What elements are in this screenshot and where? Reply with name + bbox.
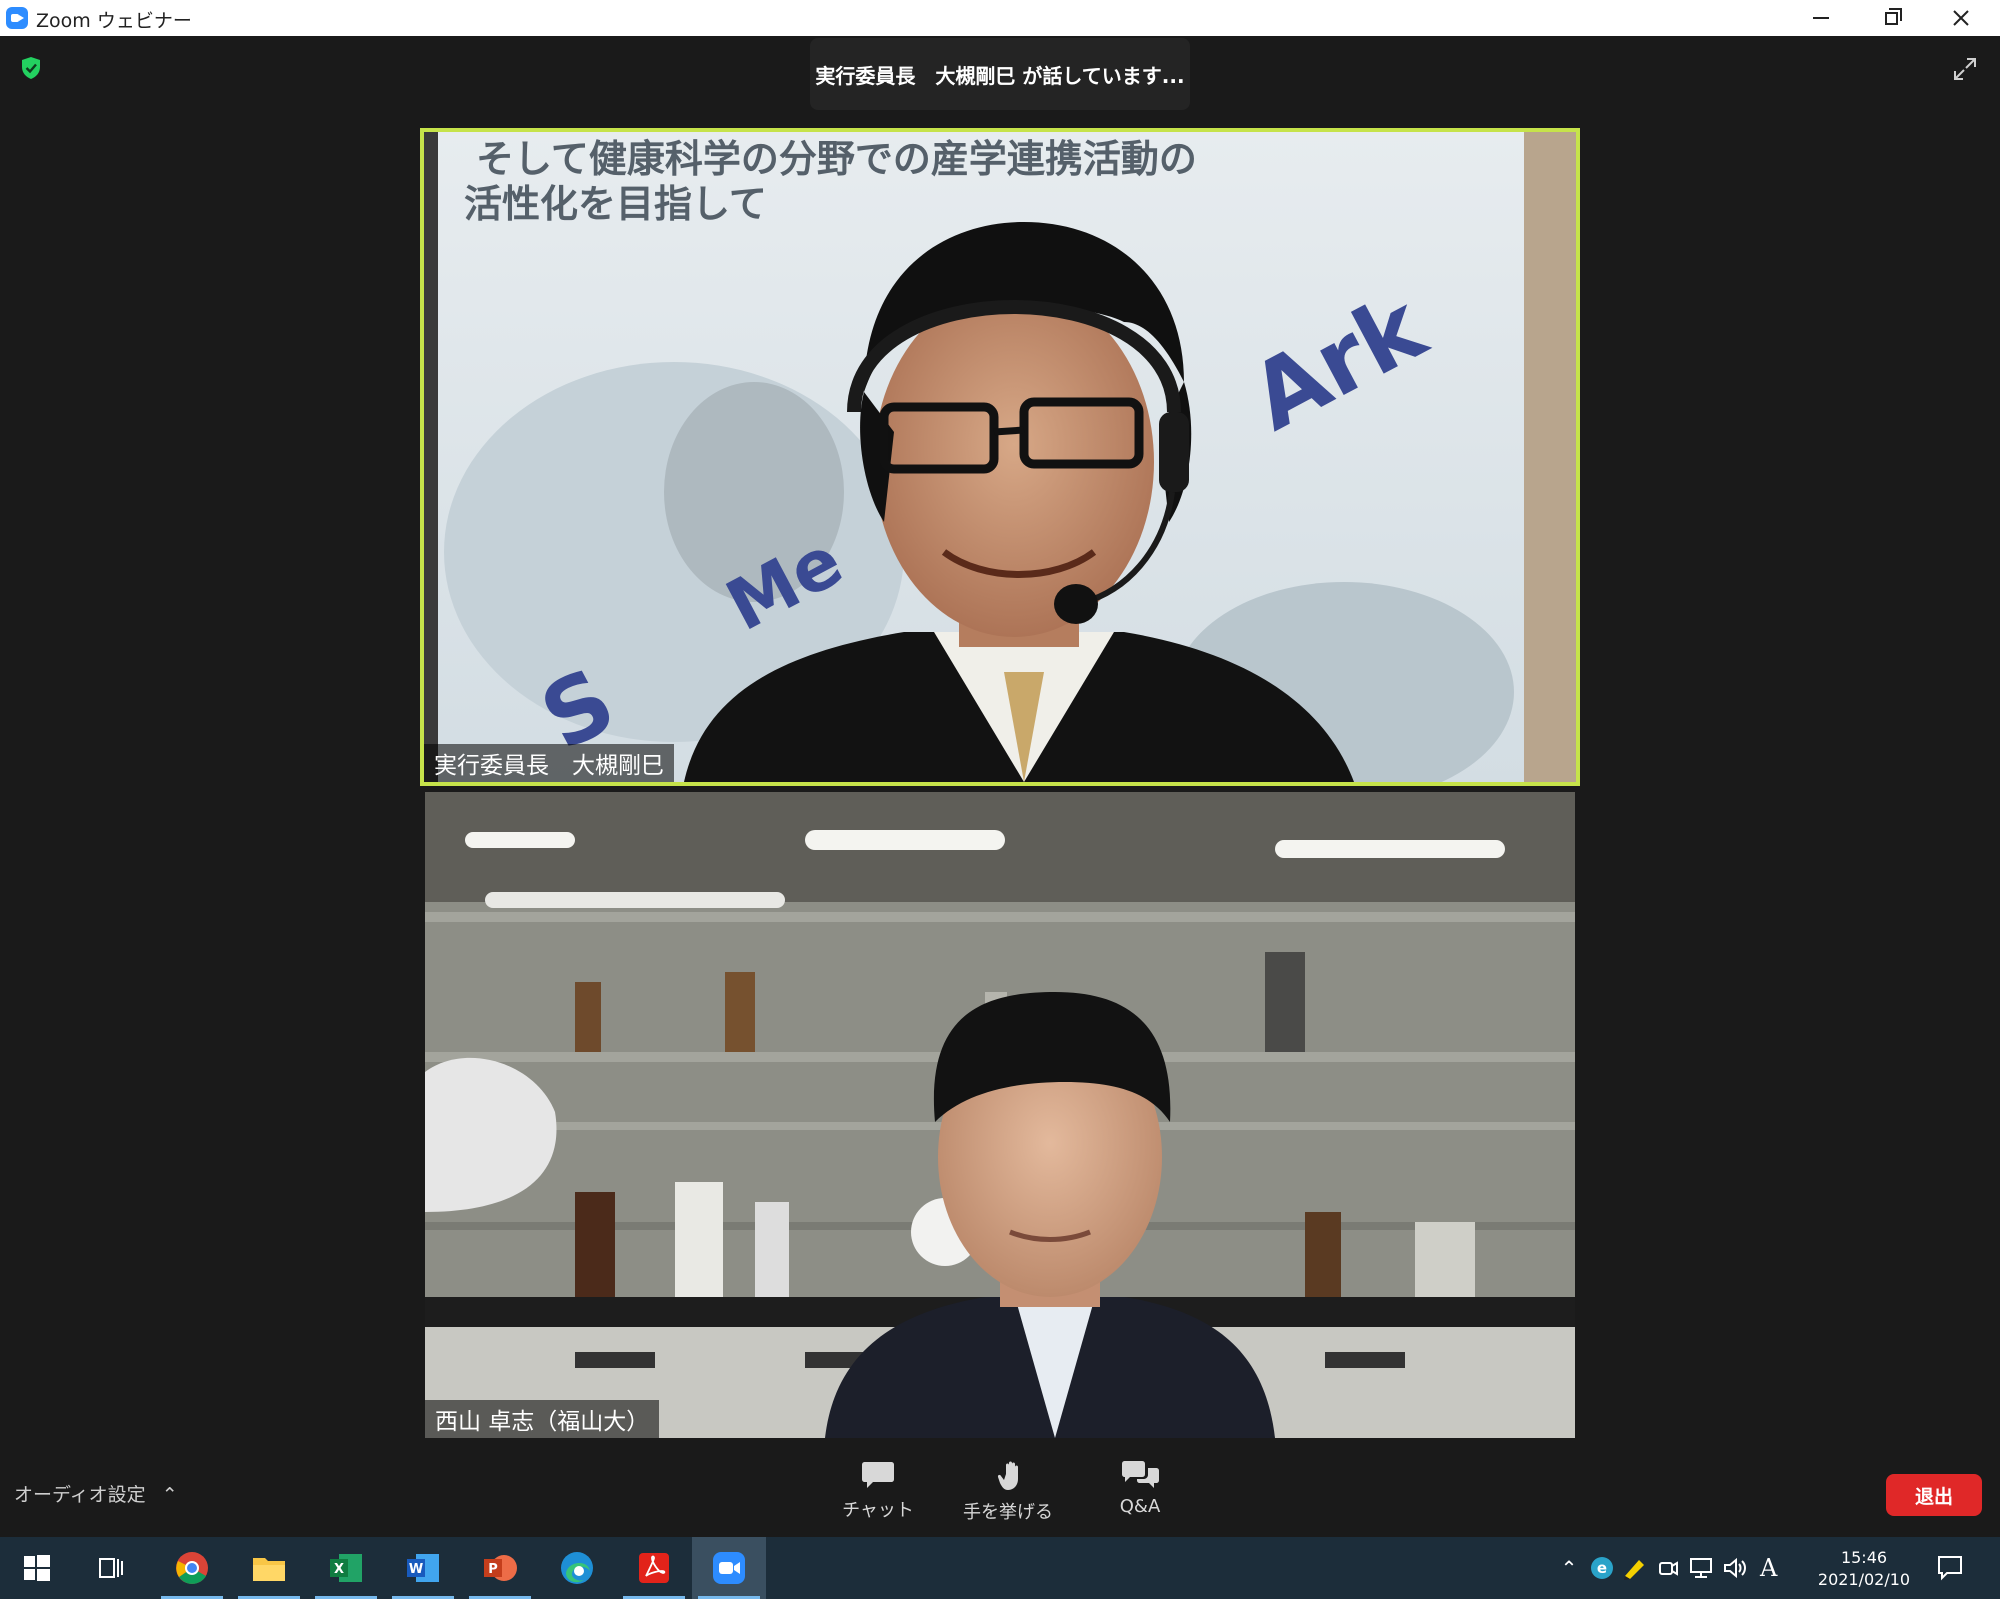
chevron-up-icon: ⌃: [161, 1484, 178, 1506]
restore-button[interactable]: [1856, 0, 1926, 36]
start-icon: [24, 1555, 50, 1581]
video-tile-active-speaker[interactable]: そして健康科学の分野での産学連携活動の 活性化を目指して Ark S Me 実行…: [420, 128, 1580, 786]
video-tile-participant[interactable]: 西山 卓志（福山大）: [425, 792, 1575, 1438]
participant-video-feed: [425, 792, 1575, 1438]
raise-hand-icon: [997, 1461, 1018, 1490]
task-view-icon: [99, 1558, 123, 1578]
active-speaker-banner: 実行委員長 大槻剛巳 が話しています...: [810, 38, 1190, 110]
start-button[interactable]: [0, 1537, 74, 1599]
file-explorer-icon: [253, 1558, 285, 1581]
powerpoint-taskbar-button[interactable]: P: [463, 1537, 537, 1599]
fullscreen-icon[interactable]: [1952, 56, 1978, 82]
audio-settings-label: オーディオ設定: [14, 1484, 146, 1506]
svg-text:X: X: [334, 1562, 344, 1577]
excel-taskbar-button[interactable]: X: [309, 1537, 383, 1599]
chrome-taskbar-button[interactable]: [155, 1537, 229, 1599]
zoom-taskbar-button[interactable]: [692, 1537, 766, 1599]
leave-button[interactable]: 退出: [1886, 1474, 1982, 1516]
taskbar-clock[interactable]: 15:46 2021/02/10: [1808, 1547, 1920, 1591]
system-tray: ⌃ e A: [1554, 1537, 1778, 1599]
slide-text-line2: 活性化を目指して: [464, 182, 767, 226]
window-title: Zoom ウェビナー: [36, 10, 192, 32]
participant-name-tag: 実行委員長 大槻剛巳: [424, 744, 674, 782]
word-taskbar-button[interactable]: W: [386, 1537, 460, 1599]
qa-button[interactable]: Q&A: [1080, 1460, 1200, 1517]
zoom-logo-icon: [6, 7, 28, 29]
file-explorer-taskbar-button[interactable]: [232, 1537, 306, 1599]
task-view-button[interactable]: [74, 1537, 148, 1599]
encryption-shield-icon[interactable]: [20, 56, 42, 80]
chat-button[interactable]: チャット: [818, 1460, 938, 1522]
svg-text:e: e: [1597, 1559, 1607, 1577]
active-speaker-text: 実行委員長 大槻剛巳 が話しています...: [815, 63, 1185, 88]
audio-settings-button[interactable]: オーディオ設定 ⌃: [14, 1480, 178, 1507]
speaker-video-feed: そして健康科学の分野での産学連携活動の 活性化を目指して Ark S Me: [424, 132, 1576, 782]
leave-label: 退出: [1914, 1485, 1953, 1508]
show-hidden-icons-chevron-icon[interactable]: ⌃: [1554, 1556, 1584, 1580]
zoom-icon: [713, 1552, 745, 1584]
clock-time: 15:46: [1840, 1548, 1888, 1567]
qa-label: Q&A: [1119, 1496, 1161, 1517]
minimize-icon: [1813, 17, 1829, 19]
svg-text:P: P: [488, 1562, 498, 1577]
svg-text:W: W: [409, 1562, 423, 1577]
powerpoint-icon: P: [484, 1555, 517, 1581]
clock-date: 2021/02/10: [1817, 1570, 1911, 1589]
raise-hand-button[interactable]: 手を挙げる: [948, 1460, 1068, 1524]
raise-hand-label: 手を挙げる: [963, 1502, 1053, 1523]
chat-icon: [862, 1462, 894, 1488]
network-icon[interactable]: [1688, 1556, 1714, 1580]
action-center-icon[interactable]: [1936, 1554, 1964, 1582]
close-icon: [1953, 10, 1969, 26]
tray-meet-now-icon[interactable]: [1656, 1556, 1680, 1580]
qa-icon: [1122, 1461, 1159, 1488]
participant-name-tag: 西山 卓志（福山大）: [425, 1400, 660, 1438]
tray-e-app-icon[interactable]: e: [1590, 1556, 1614, 1580]
close-button[interactable]: [1926, 0, 1996, 36]
window-titlebar: Zoom ウェビナー: [0, 0, 2000, 36]
word-icon: W: [407, 1554, 439, 1582]
edge-icon: [561, 1552, 593, 1584]
chrome-icon: [176, 1552, 208, 1584]
windows-taskbar: X W P ⌃ e A 15:46 2021/02/10: [0, 1537, 2000, 1599]
edge-taskbar-button[interactable]: [540, 1537, 614, 1599]
excel-icon: X: [330, 1554, 362, 1582]
slide-text-line1: そして健康科学の分野での産学連携活動の: [476, 137, 1197, 181]
ime-indicator[interactable]: A: [1760, 1554, 1777, 1582]
restore-icon: [1884, 7, 1902, 25]
volume-icon[interactable]: [1722, 1556, 1748, 1580]
minimize-button[interactable]: [1786, 0, 1856, 36]
tray-pencil-app-icon[interactable]: [1622, 1555, 1648, 1581]
acrobat-icon: [639, 1553, 669, 1583]
acrobat-taskbar-button[interactable]: [617, 1537, 691, 1599]
chat-label: チャット: [842, 1500, 914, 1521]
